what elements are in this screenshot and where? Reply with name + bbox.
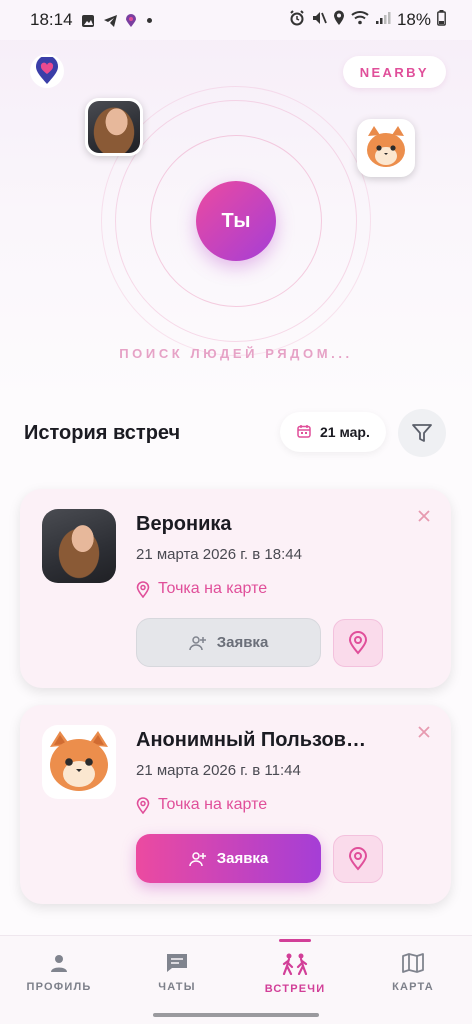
calendar-icon [297,424,311,441]
app-logo [30,54,64,88]
person-icon [51,955,67,972]
gallery-icon [81,13,95,27]
radar-user-avatar[interactable] [357,119,415,177]
history-title: История встреч [24,422,181,444]
user-photo [88,101,140,153]
location-label: Точка на карте [158,796,268,813]
heart-pin-icon [36,57,58,84]
meeting-name: Вероника [136,513,232,535]
active-tab-indicator [279,939,311,942]
nav-item-chats[interactable]: ЧАТЫ [118,936,236,1007]
nav-item-profile[interactable]: ПРОФИЛЬ [0,936,118,1007]
location-label: Точка на карте [158,580,268,597]
telegram-icon [103,13,117,27]
request-button[interactable]: Заявка [136,618,321,667]
nearby-button[interactable]: NEARBY [342,56,446,88]
request-label: Заявка [216,850,269,867]
radar-caption: ПОИСК ЛЮДЕЙ РЯДОМ... [119,346,353,361]
close-icon[interactable] [417,725,431,739]
battery-icon [437,9,446,31]
meeting-avatar[interactable] [42,509,116,583]
meeting-avatar[interactable] [42,725,116,799]
nav-label: ПРОФИЛЬ [26,981,92,993]
wifi-icon [351,10,369,30]
location-pin-icon [136,580,150,598]
nav-item-meetings[interactable]: ВСТРЕЧИ [236,936,354,1007]
radar-user-avatar[interactable] [85,98,143,156]
meeting-name: Анонимный Пользов… [136,729,366,751]
location-pin-icon [136,796,150,814]
battery-text: 18% [396,10,431,29]
walking-people-icon [282,953,308,975]
you-button[interactable]: Ты [196,181,276,261]
add-user-icon [188,851,206,866]
meeting-time: 21 марта 2026 г. в 18:44 [136,546,302,563]
date-filter-button[interactable]: 21 мар. [280,412,386,452]
signal-icon [375,10,391,30]
user-photo [42,509,116,583]
date-label: 21 мар. [320,424,370,440]
meeting-card[interactable]: Вероника 21 марта 2026 г. в 18:44 Точка … [20,489,451,688]
nav-label: ВСТРЕЧИ [264,983,326,995]
location-icon [333,10,345,31]
meeting-time: 21 марта 2026 г. в 11:44 [136,762,301,779]
filter-button[interactable] [398,409,446,457]
show-on-map-button[interactable] [333,835,383,883]
location-pin-icon [348,847,368,871]
map-icon [402,953,424,973]
meeting-card[interactable]: Анонимный Пользов… 21 марта 2026 г. в 11… [20,705,451,904]
meeting-location-link[interactable]: Точка на карте [136,580,267,598]
close-icon[interactable] [417,509,431,523]
nav-item-map[interactable]: КАРТА [354,936,472,1007]
nav-label: ЧАТЫ [158,981,196,993]
notification-dot-icon [146,17,152,23]
show-on-map-button[interactable] [333,619,383,667]
alarm-icon [289,9,305,31]
add-user-icon [188,635,206,650]
chat-icon [167,954,187,972]
cat-avatar-icon [367,126,405,167]
location-pin-icon [125,13,139,27]
meeting-location-link[interactable]: Точка на карте [136,796,267,814]
status-time: 18:14 [30,10,73,29]
status-bar: 18:14 18% [0,0,472,40]
request-button[interactable]: Заявка [136,834,321,883]
nav-label: КАРТА [392,981,434,993]
request-label: Заявка [216,634,269,651]
mute-icon [311,10,327,31]
bottom-navigation: ПРОФИЛЬ ЧАТЫ ВСТРЕЧИ КАРТА [0,935,472,1007]
cat-avatar-icon [50,731,108,791]
filter-icon [412,424,432,442]
home-indicator[interactable] [153,1013,319,1017]
location-pin-icon [348,631,368,655]
